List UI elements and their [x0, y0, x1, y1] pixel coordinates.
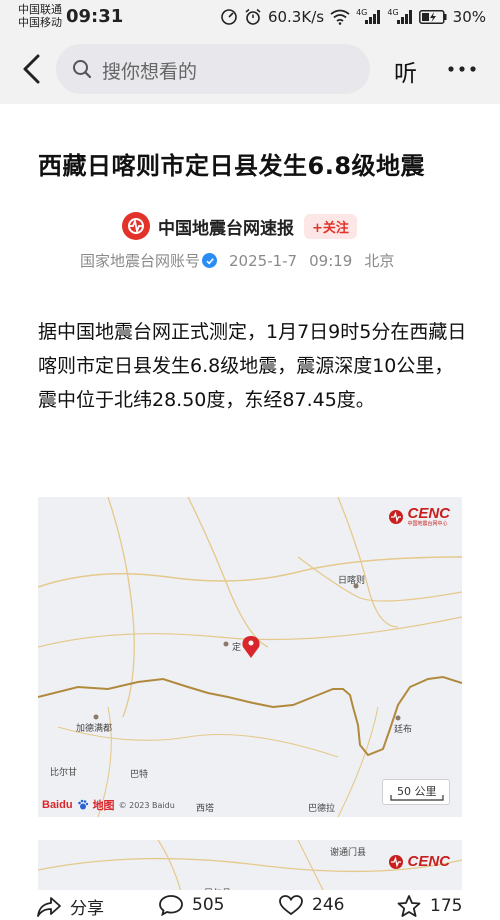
comment-icon	[159, 895, 183, 916]
alarm-icon	[244, 8, 262, 26]
article-title: 西藏日喀则市定日县发生6.8级地震	[38, 152, 426, 180]
back-arrow-icon	[23, 54, 40, 84]
heart-icon	[279, 895, 303, 916]
status-indicators: 60.3K/s 4G 4G 30%	[220, 8, 486, 26]
cenc-logo: CENC 中国地震台网中心	[388, 505, 450, 527]
source-logo-icon[interactable]	[122, 212, 150, 240]
baidu-cn-label: 地图	[92, 800, 115, 812]
verified-icon	[202, 253, 218, 268]
baidu-paw-icon	[77, 799, 88, 810]
battery-icon	[418, 10, 447, 24]
comment-count: 505	[192, 895, 225, 915]
cenc-logo-icon	[389, 510, 404, 524]
more-icon	[448, 66, 476, 72]
follow-button[interactable]: +关注	[304, 213, 357, 239]
map2-label-xaitongmoin: 谢通门县	[330, 848, 367, 858]
article-body: 据中国地震台网正式测定，1月7日9时5分在西藏日喀则市定日县发生6.8级地震，震…	[38, 321, 467, 411]
bottom-action-bar: 分享 505 246 175	[0, 890, 500, 920]
favorite-count: 175	[430, 896, 463, 916]
top-bar: 搜你想看的 听	[0, 34, 500, 104]
search-input[interactable]: 搜你想看的	[56, 44, 370, 94]
epicenter-marker-icon	[242, 636, 260, 658]
map2-cenc-logo: CENC	[388, 854, 450, 870]
publish-date: 2025-1-7	[229, 251, 298, 270]
cenc-logo-subtext: 中国地震台网中心	[407, 521, 448, 527]
publish-location: 北京	[364, 252, 395, 270]
signal-tag-2: 4G	[387, 7, 399, 17]
epicenter-map[interactable]: 日喀则 定 加德满都 廷布 比尔甘 巴特 西塔 巴德拉 CENC 中国地震台网中…	[38, 497, 462, 817]
share-label: 分享	[70, 899, 104, 919]
publish-time: 09:19	[309, 251, 353, 270]
carrier-2: 中国移动	[18, 16, 62, 29]
back-button[interactable]	[18, 52, 50, 86]
battery-percent: 30%	[452, 8, 486, 26]
baidu-logo: Baidu	[42, 799, 73, 811]
map-markers	[93, 583, 401, 721]
baidu-attribution: Baidu 地图 © 2023 Baidu	[42, 797, 175, 813]
favorite-button[interactable]: 175	[396, 894, 462, 918]
listen-button[interactable]: 听	[394, 54, 417, 88]
search-icon	[73, 60, 92, 79]
carrier-labels: 中国联通 中国移动	[18, 3, 62, 29]
share-icon	[37, 896, 61, 917]
like-count: 246	[312, 895, 345, 915]
wifi-icon	[330, 9, 350, 25]
comment-button[interactable]: 505	[158, 894, 224, 916]
source-row: 中国地震台网速报 +关注	[122, 212, 357, 240]
net-speed: 60.3K/s	[267, 8, 325, 26]
share-button[interactable]: 分享	[36, 894, 104, 919]
star-icon	[397, 895, 421, 917]
map2-cenc-icon	[389, 855, 404, 869]
map-scale: 50 公里	[382, 779, 450, 805]
cenc-logo-text: CENC	[407, 505, 450, 522]
article-meta: 国家地震台网账号 2025-1-7 09:19 北京	[80, 250, 394, 271]
source-name[interactable]: 中国地震台网速报	[158, 214, 294, 239]
signal-tag-1: 4G	[356, 7, 368, 17]
map-copyright: © 2023 Baidu	[118, 800, 175, 810]
signal-icon-2: 4G	[387, 7, 412, 24]
speedometer-icon	[220, 8, 238, 26]
account-type: 国家地震台网账号	[80, 252, 201, 270]
scale-label: 50 公里	[397, 785, 437, 798]
more-button[interactable]	[444, 54, 480, 84]
status-time: 09:31	[66, 6, 124, 27]
search-placeholder: 搜你想看的	[102, 61, 198, 83]
map2-cenc-text: CENC	[407, 853, 450, 870]
status-bar: 中国联通 中国移动 09:31 60.3K/s 4G 4G 30%	[0, 0, 500, 34]
carrier-1: 中国联通	[18, 3, 62, 16]
signal-icon-1: 4G	[356, 7, 381, 24]
like-button[interactable]: 246	[278, 894, 344, 916]
